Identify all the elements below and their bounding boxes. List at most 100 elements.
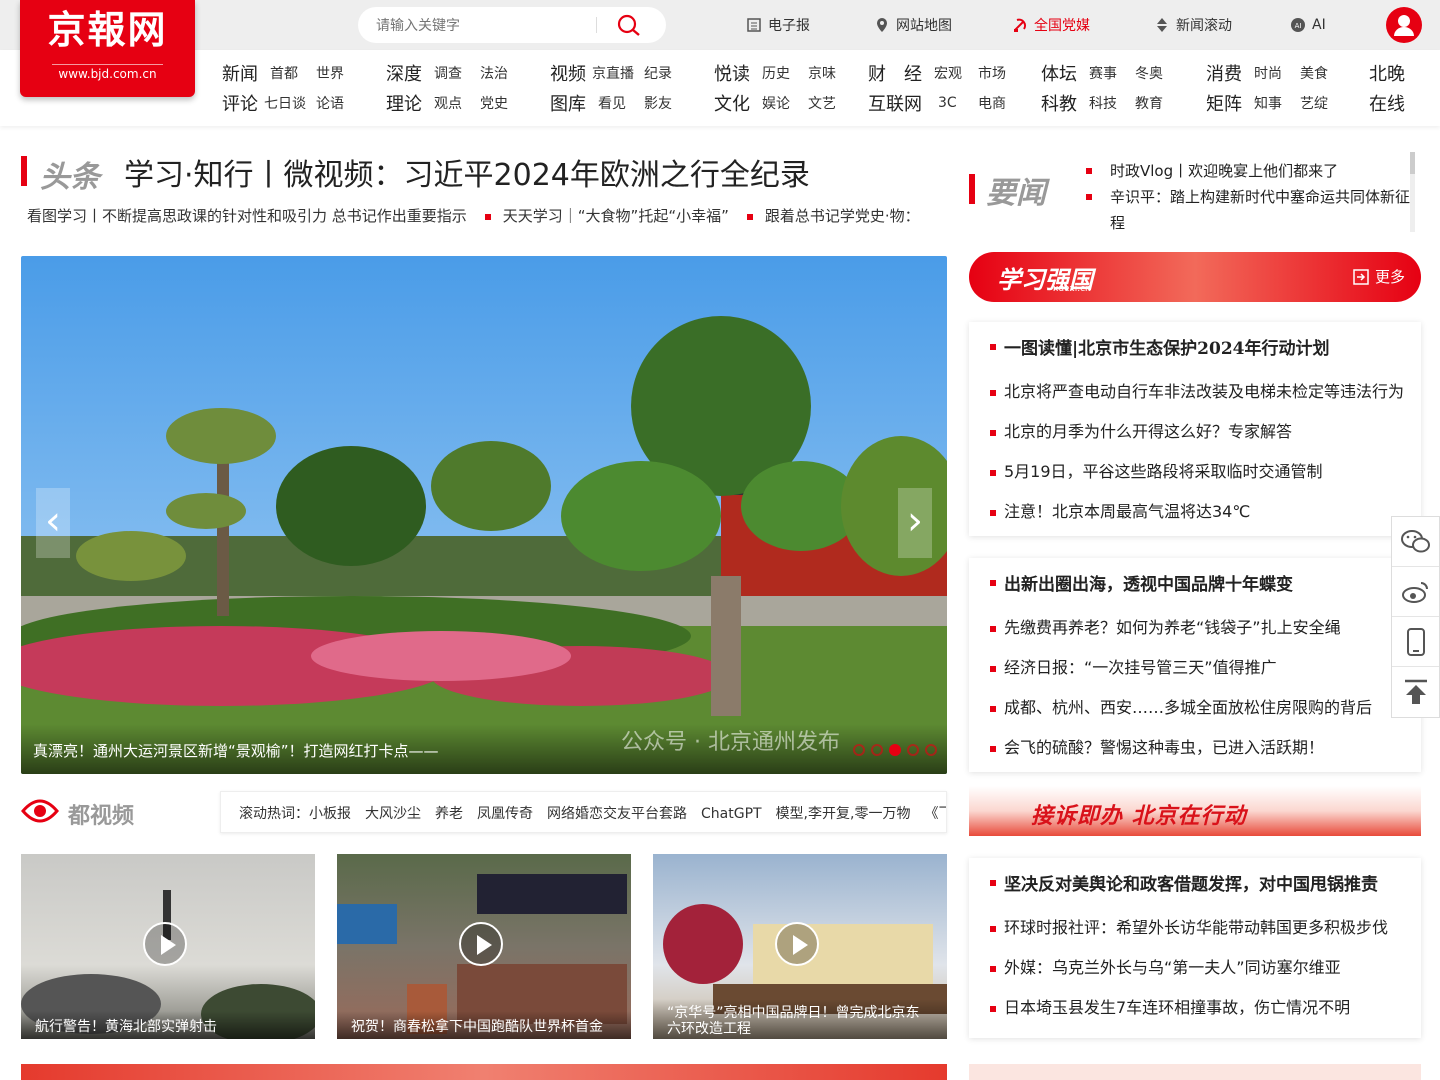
nav-link[interactable]: 教育: [1135, 93, 1163, 113]
nav-link[interactable]: 京直播: [592, 63, 644, 83]
nav-link[interactable]: 科技: [1089, 93, 1135, 113]
tool-sitemap[interactable]: 网站地图: [874, 15, 952, 35]
nav-link[interactable]: 党史: [480, 93, 508, 113]
list-item[interactable]: 外媒：乌克兰外长与乌“第一夫人”同访塞尔维亚: [985, 948, 1405, 988]
hot-word[interactable]: 小板报: [309, 806, 351, 822]
nav-link[interactable]: 财 经: [868, 60, 934, 86]
nav-link[interactable]: 体坛: [1041, 60, 1089, 86]
nav-link[interactable]: 消费: [1206, 60, 1254, 86]
list-item[interactable]: 成都、杭州、西安……多城全面放松住房限购的背后: [985, 688, 1405, 728]
list-item[interactable]: 会飞的硫酸？警惕这种毒虫，已进入活跃期！: [985, 728, 1405, 768]
nav-link[interactable]: 知事: [1254, 93, 1300, 113]
carousel-dot[interactable]: [925, 744, 937, 756]
headline-link[interactable]: 学习·知行丨微视频：习近平2024年欧洲之行全纪录: [124, 150, 810, 194]
nav-link[interactable]: 科教: [1041, 90, 1089, 116]
nav-link[interactable]: 市场: [978, 63, 1006, 83]
list-item-headline[interactable]: 出新出圈出海，透视中国品牌十年蝶变: [985, 562, 1405, 608]
play-icon[interactable]: [459, 922, 503, 966]
nav-link[interactable]: 深度: [386, 60, 434, 86]
nav-link[interactable]: 冬奥: [1135, 63, 1163, 83]
jiesu-banner[interactable]: 接诉即办 北京在行动: [969, 786, 1421, 836]
list-item[interactable]: 先缴费再养老？如何为养老“钱袋子”扎上安全绳: [985, 608, 1405, 648]
nav-link[interactable]: 新闻: [222, 60, 270, 86]
list-item[interactable]: 注意！北京本周最高气温将达34℃: [985, 492, 1405, 532]
video-card[interactable]: 祝贺！商春松拿下中国跑酷队世界杯首金: [337, 854, 631, 1039]
nav-link[interactable]: 纪录: [644, 63, 672, 83]
nav-link[interactable]: 在线: [1369, 90, 1405, 116]
list-item[interactable]: 北京将严查电动自行车非法改装及电梯未检定等违法行为: [985, 372, 1405, 412]
tool-rolling[interactable]: 新闻滚动: [1154, 15, 1232, 35]
list-item[interactable]: 经济日报：“一次挂号管三天”值得推广: [985, 648, 1405, 688]
nav-link[interactable]: 评论: [222, 90, 264, 116]
carousel-dot[interactable]: [907, 744, 919, 756]
bottom-banner[interactable]: [21, 1064, 947, 1080]
list-item[interactable]: 辛识平：踏上构建新时代中塞命运共同体新征程: [1086, 184, 1416, 232]
hot-word[interactable]: 凤凰传奇: [477, 806, 533, 822]
user-avatar[interactable]: [1386, 7, 1422, 43]
video-card[interactable]: 航行警告！黄海北部实弹射击: [21, 854, 315, 1039]
hero-carousel[interactable]: ‹ › 真漂亮！通州大运河景区新增“景观榆”！打造网红打卡点—— 公众号 · 北…: [21, 256, 947, 774]
hot-word[interactable]: ChatGPT: [701, 806, 762, 822]
list-item[interactable]: 时政Vlog丨欢迎晚宴上他们都来了: [1086, 158, 1416, 184]
tool-partymedia[interactable]: 全国党媒: [1012, 15, 1090, 35]
nav-link[interactable]: 视频: [550, 60, 592, 86]
list-item[interactable]: 北京的月季为什么开得这么好？专家解答: [985, 412, 1405, 452]
xuexi-banner[interactable]: 学习强国 xuexi.cn 更多: [969, 252, 1421, 302]
nav-link[interactable]: 调查: [434, 63, 480, 83]
nav-link[interactable]: 论语: [316, 93, 344, 113]
nav-link[interactable]: 看见: [598, 93, 644, 113]
nav-link[interactable]: 矩阵: [1206, 90, 1254, 116]
nav-link[interactable]: 七日谈: [264, 93, 316, 113]
carousel-prev-button[interactable]: ‹: [36, 488, 70, 558]
nav-link[interactable]: 电商: [978, 93, 1006, 113]
nav-link[interactable]: 赛事: [1089, 63, 1135, 83]
list-item-headline[interactable]: 一图读懂|北京市生态保护2024年行动计划: [985, 326, 1405, 372]
carousel-dot-active[interactable]: [889, 744, 901, 756]
nav-link[interactable]: 理论: [386, 90, 434, 116]
nav-link[interactable]: 娱论: [762, 93, 808, 113]
nav-link[interactable]: 文艺: [808, 93, 836, 113]
carousel-dot[interactable]: [871, 744, 883, 756]
wechat-share[interactable]: [1392, 517, 1439, 567]
site-logo[interactable]: 京報网 www.bjd.com.cn: [20, 0, 195, 97]
tool-epaper[interactable]: 电子报: [746, 15, 810, 35]
tool-ai[interactable]: AI AI: [1290, 15, 1326, 35]
hot-word[interactable]: 网络婚恋交友平台套路: [547, 806, 687, 822]
weibo-share[interactable]: [1392, 567, 1439, 617]
list-item-headline[interactable]: 坚决反对美舆论和政客借题发挥，对中国甩锅推责: [985, 862, 1405, 908]
nav-link[interactable]: 图库: [550, 90, 598, 116]
nav-link[interactable]: 3C: [938, 95, 978, 111]
nav-link[interactable]: 北晚: [1369, 60, 1405, 86]
hot-word[interactable]: 模型,李开复,零一万物: [776, 806, 911, 822]
scrollbar[interactable]: [1410, 152, 1415, 232]
nav-link[interactable]: 观点: [434, 93, 480, 113]
hot-word[interactable]: 《飞: [924, 806, 946, 822]
nav-link[interactable]: 首都: [270, 63, 316, 83]
sublink[interactable]: 跟着总书记学党史·物：: [765, 207, 920, 225]
more-link[interactable]: 更多: [1353, 266, 1405, 287]
carousel-dot[interactable]: [853, 744, 865, 756]
nav-link[interactable]: 宏观: [934, 63, 978, 83]
carousel-next-button[interactable]: ›: [898, 488, 932, 558]
play-icon[interactable]: [775, 922, 819, 966]
nav-link[interactable]: 历史: [762, 63, 808, 83]
nav-link[interactable]: 影友: [644, 93, 672, 113]
nav-link[interactable]: 艺绽: [1300, 93, 1328, 113]
list-item[interactable]: 日本埼玉县发生7车连环相撞事故，伤亡情况不明: [985, 988, 1405, 1028]
sublink[interactable]: 天天学习｜“大食物”托起“小幸福”: [503, 207, 729, 225]
nav-link[interactable]: 文化: [714, 90, 762, 116]
nav-link[interactable]: 美食: [1300, 63, 1328, 83]
right-bottom-banner[interactable]: [969, 1064, 1421, 1080]
nav-link[interactable]: 时尚: [1254, 63, 1300, 83]
list-item[interactable]: 环球时报社评：希望外长访华能带动韩国更多积极步伐: [985, 908, 1405, 948]
nav-link[interactable]: 京味: [808, 63, 836, 83]
play-icon[interactable]: [143, 922, 187, 966]
hot-word[interactable]: 大风沙尘: [365, 806, 421, 822]
nav-link[interactable]: 世界: [316, 63, 344, 83]
sublink[interactable]: 看图学习丨不断提高思政课的针对性和吸引力 总书记作出重要指示: [27, 207, 467, 225]
search-icon[interactable]: [616, 13, 642, 37]
nav-link[interactable]: 法治: [480, 63, 508, 83]
mobile-link[interactable]: [1392, 617, 1439, 667]
nav-link[interactable]: 互联网: [868, 90, 938, 116]
hot-word[interactable]: 养老: [435, 806, 463, 822]
